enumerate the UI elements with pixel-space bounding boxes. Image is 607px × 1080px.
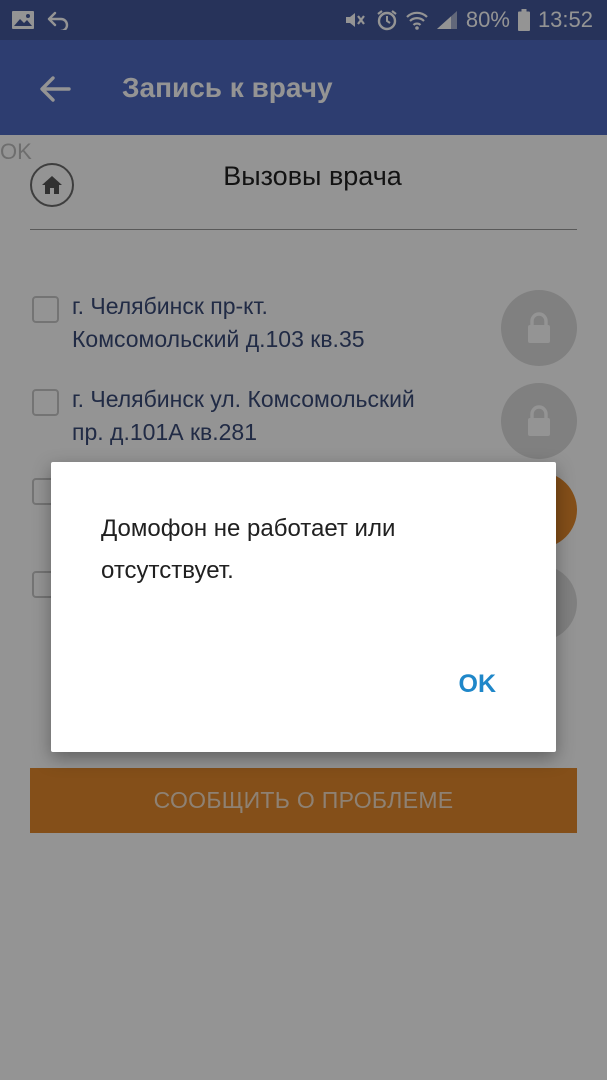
alert-dialog: Домофон не работает или отсутствует. OK (51, 462, 556, 752)
dialog-ok-button[interactable]: OK (459, 670, 497, 699)
dialog-message: Домофон не работает или отсутствует. (101, 515, 396, 584)
